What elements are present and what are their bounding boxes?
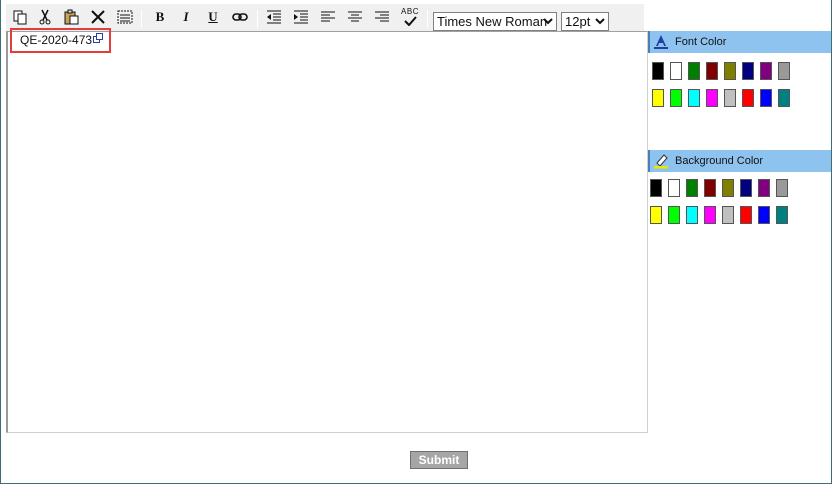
bg-color-swatch-blue[interactable]: [758, 206, 770, 224]
bg-color-swatch-maroon[interactable]: [704, 179, 716, 197]
copy-icon[interactable]: [93, 33, 103, 43]
font-color-swatch-navy[interactable]: [742, 62, 754, 80]
copy-button[interactable]: [8, 6, 32, 28]
editor-content[interactable]: QE-2020-473: [20, 33, 92, 47]
toolbar-separator: [141, 10, 142, 28]
font-color-swatch-blue[interactable]: [760, 89, 772, 107]
font-color-swatch-olive[interactable]: [724, 62, 736, 80]
font-color-swatch-green[interactable]: [688, 62, 700, 80]
font-size-select[interactable]: 12pt: [561, 12, 609, 31]
bg-color-swatch-teal[interactable]: [776, 206, 788, 224]
bg-color-swatch-lime[interactable]: [668, 206, 680, 224]
align-center-button[interactable]: [343, 6, 367, 28]
bg-color-swatch-olive[interactable]: [722, 179, 734, 197]
align-left-icon: [321, 11, 335, 22]
background-color-header: Background Color: [648, 150, 831, 172]
copy-icon: [13, 10, 27, 25]
toolbar-separator: [257, 10, 258, 28]
outdent-button[interactable]: [262, 6, 286, 28]
font-color-swatch-yellow[interactable]: [652, 89, 664, 107]
font-color-swatch-lime[interactable]: [670, 89, 682, 107]
font-color-icon: [654, 35, 668, 49]
font-family-select[interactable]: Times New Roman: [433, 12, 557, 31]
italic-button[interactable]: I: [174, 6, 198, 28]
font-color-swatch-red[interactable]: [742, 89, 754, 107]
link-button[interactable]: [228, 6, 252, 28]
bg-color-swatch-black[interactable]: [650, 179, 662, 197]
bg-color-swatch-purple[interactable]: [758, 179, 770, 197]
bg-color-swatch-cyan[interactable]: [686, 206, 698, 224]
bg-color-swatch-silver[interactable]: [722, 206, 734, 224]
chevron-down-icon: [595, 18, 605, 25]
align-left-button[interactable]: [316, 6, 340, 28]
underline-button[interactable]: U: [201, 6, 225, 28]
font-color-swatch-magenta[interactable]: [706, 89, 718, 107]
background-color-swatches: [650, 179, 788, 224]
font-color-swatch-gray[interactable]: [778, 62, 790, 80]
bg-color-swatch-yellow[interactable]: [650, 206, 662, 224]
font-color-swatch-silver[interactable]: [724, 89, 736, 107]
chevron-down-icon: [543, 18, 553, 25]
select-all-icon: [117, 10, 133, 24]
cut-button[interactable]: [33, 6, 57, 28]
spell-check-button[interactable]: ABC: [398, 6, 422, 28]
editor-area[interactable]: [6, 31, 648, 433]
outdent-icon: [267, 10, 281, 24]
scissors-icon: [39, 9, 51, 25]
select-all-button[interactable]: [113, 6, 137, 28]
indent-icon: [294, 10, 308, 24]
font-color-swatch-cyan[interactable]: [688, 89, 700, 107]
align-right-icon: [375, 11, 389, 22]
bg-color-swatch-red[interactable]: [740, 206, 752, 224]
background-color-title: Background Color: [675, 155, 764, 167]
font-color-swatch-purple[interactable]: [760, 62, 772, 80]
font-color-swatch-maroon[interactable]: [706, 62, 718, 80]
link-icon: [232, 13, 248, 21]
font-size-value: 12pt: [565, 14, 591, 29]
indent-button[interactable]: [289, 6, 313, 28]
bg-color-swatch-white[interactable]: [668, 179, 680, 197]
highlighter-icon: [654, 154, 668, 169]
bg-color-swatch-magenta[interactable]: [704, 206, 716, 224]
clipboard-icon: [64, 9, 79, 25]
bg-color-swatch-green[interactable]: [686, 179, 698, 197]
font-family-value: Times New Roman: [437, 14, 548, 29]
checkmark-icon: [404, 16, 417, 26]
paste-button[interactable]: [59, 6, 83, 28]
delete-button[interactable]: [86, 6, 110, 28]
close-icon: [91, 10, 105, 24]
font-color-swatches: [652, 62, 790, 107]
font-color-title: Font Color: [675, 36, 727, 48]
toolbar-separator: [427, 10, 428, 28]
spell-check-label: ABC: [401, 7, 419, 16]
font-color-swatch-teal[interactable]: [778, 89, 790, 107]
bg-color-swatch-navy[interactable]: [740, 179, 752, 197]
bold-button[interactable]: B: [148, 6, 172, 28]
align-center-icon: [348, 11, 362, 22]
submit-button[interactable]: Submit: [410, 451, 468, 469]
font-color-swatch-black[interactable]: [652, 62, 664, 80]
align-right-button[interactable]: [370, 6, 394, 28]
font-color-header: Font Color: [648, 31, 831, 53]
bg-color-swatch-gray[interactable]: [776, 179, 788, 197]
font-color-swatch-white[interactable]: [670, 62, 682, 80]
